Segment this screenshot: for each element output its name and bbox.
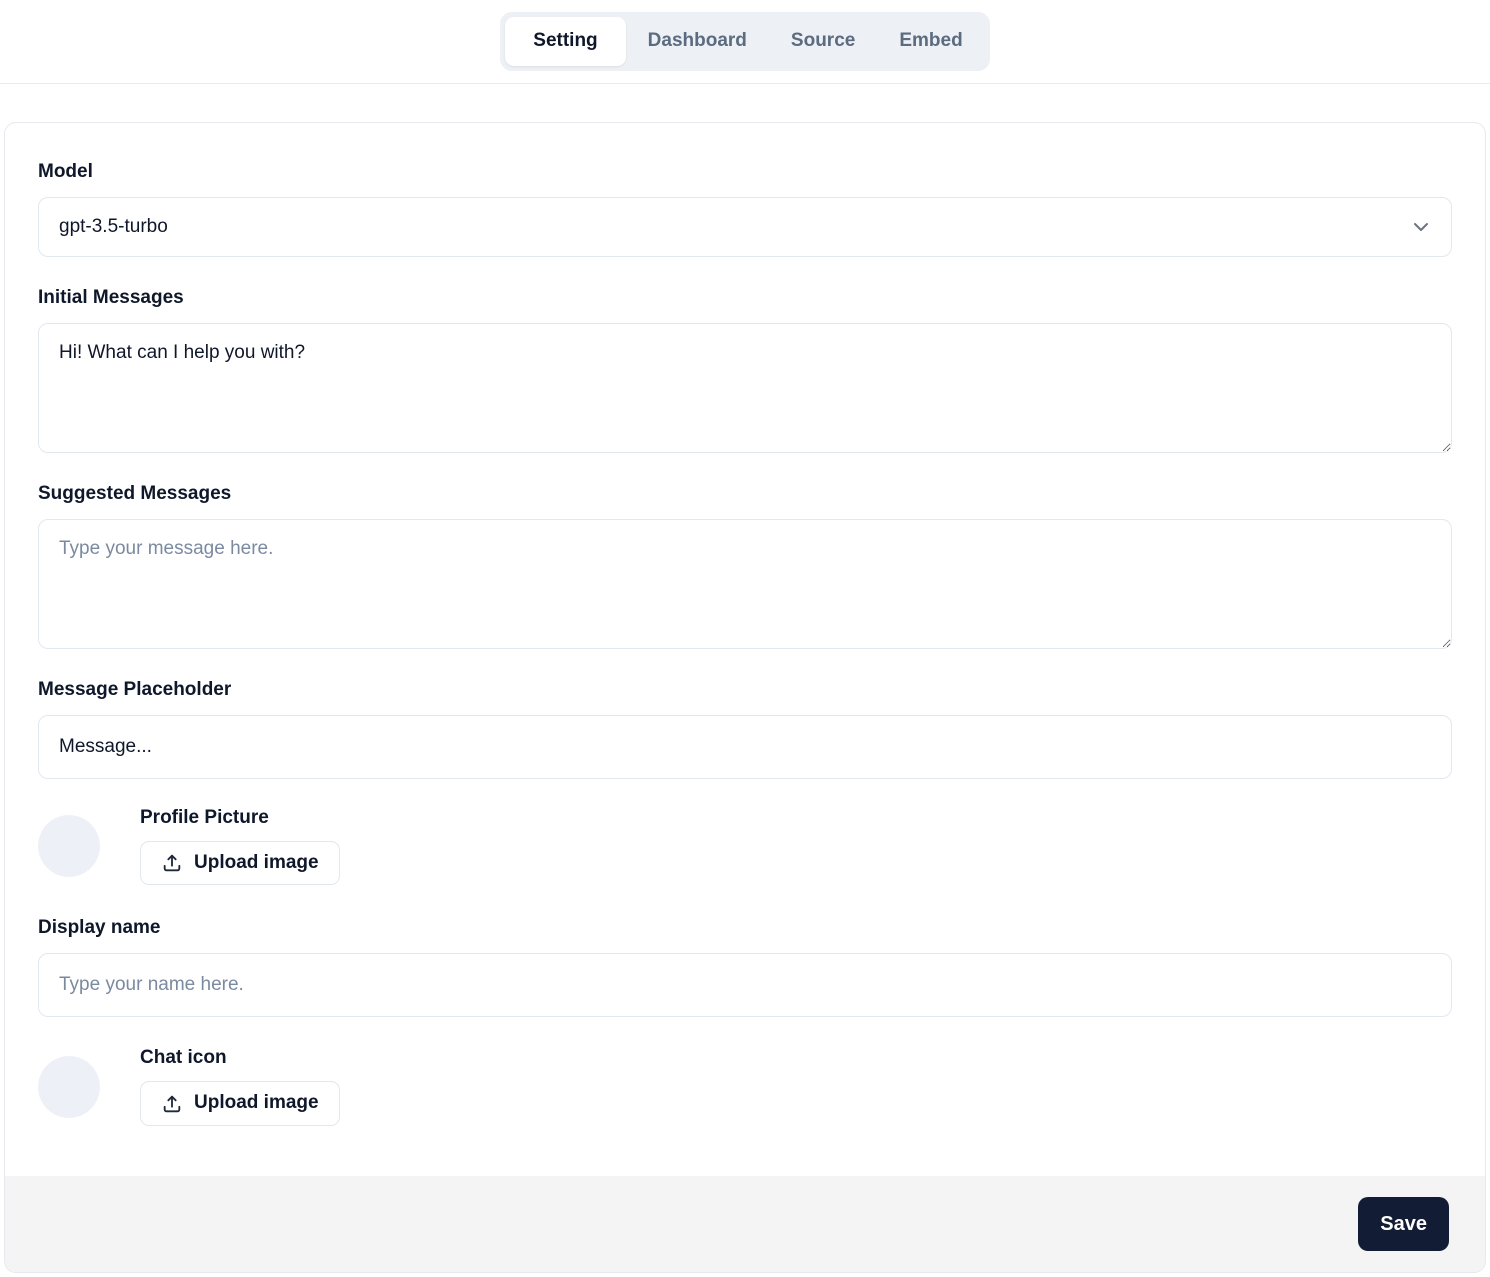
profile-picture-avatar xyxy=(38,815,100,878)
initial-messages-textarea[interactable]: Hi! What can I help you with? xyxy=(38,322,1452,453)
chevron-down-icon xyxy=(1409,215,1433,239)
settings-form: Model gpt-3.5-turbo Initial Messages Hi!… xyxy=(5,123,1485,1176)
model-label: Model xyxy=(38,160,93,182)
model-field: Model gpt-3.5-turbo xyxy=(38,161,1452,257)
tab-source[interactable]: Source xyxy=(769,17,877,66)
upload-chat-icon-label: Upload image xyxy=(194,1092,319,1114)
card-footer: Save xyxy=(5,1176,1485,1273)
initial-messages-field: Initial Messages Hi! What can I help you… xyxy=(38,287,1452,453)
settings-card: Model gpt-3.5-turbo Initial Messages Hi!… xyxy=(4,121,1486,1274)
tab-setting[interactable]: Setting xyxy=(505,17,626,66)
suggested-messages-textarea[interactable] xyxy=(38,518,1452,649)
save-button[interactable]: Save xyxy=(1358,1197,1449,1252)
chat-icon-label: Chat icon xyxy=(140,1047,227,1069)
chat-icon-section: Chat icon Upload image xyxy=(38,1047,1452,1127)
upload-profile-picture-button[interactable]: Upload image xyxy=(140,840,340,886)
upload-profile-picture-label: Upload image xyxy=(194,851,319,873)
message-placeholder-label: Message Placeholder xyxy=(38,678,232,700)
upload-icon xyxy=(161,1093,183,1115)
display-name-label: Display name xyxy=(38,917,161,939)
model-select[interactable]: gpt-3.5-turbo xyxy=(38,196,1452,257)
message-placeholder-input[interactable] xyxy=(38,714,1452,779)
suggested-messages-field: Suggested Messages xyxy=(38,483,1452,649)
model-select-value: gpt-3.5-turbo xyxy=(59,215,168,237)
chat-icon-avatar xyxy=(38,1055,100,1118)
tab-embed[interactable]: Embed xyxy=(877,17,984,66)
top-nav: Setting Dashboard Source Embed xyxy=(0,0,1490,84)
profile-picture-label: Profile Picture xyxy=(140,806,269,828)
upload-icon xyxy=(161,852,183,874)
message-placeholder-field: Message Placeholder xyxy=(38,679,1452,779)
display-name-input[interactable] xyxy=(38,953,1452,1018)
profile-picture-section: Profile Picture Upload image xyxy=(38,807,1452,886)
tab-dashboard[interactable]: Dashboard xyxy=(626,17,769,66)
upload-chat-icon-button[interactable]: Upload image xyxy=(140,1081,340,1127)
suggested-messages-label: Suggested Messages xyxy=(38,482,232,504)
display-name-field: Display name xyxy=(38,917,1452,1018)
tab-group: Setting Dashboard Source Embed xyxy=(500,12,990,71)
initial-messages-label: Initial Messages xyxy=(38,286,184,308)
